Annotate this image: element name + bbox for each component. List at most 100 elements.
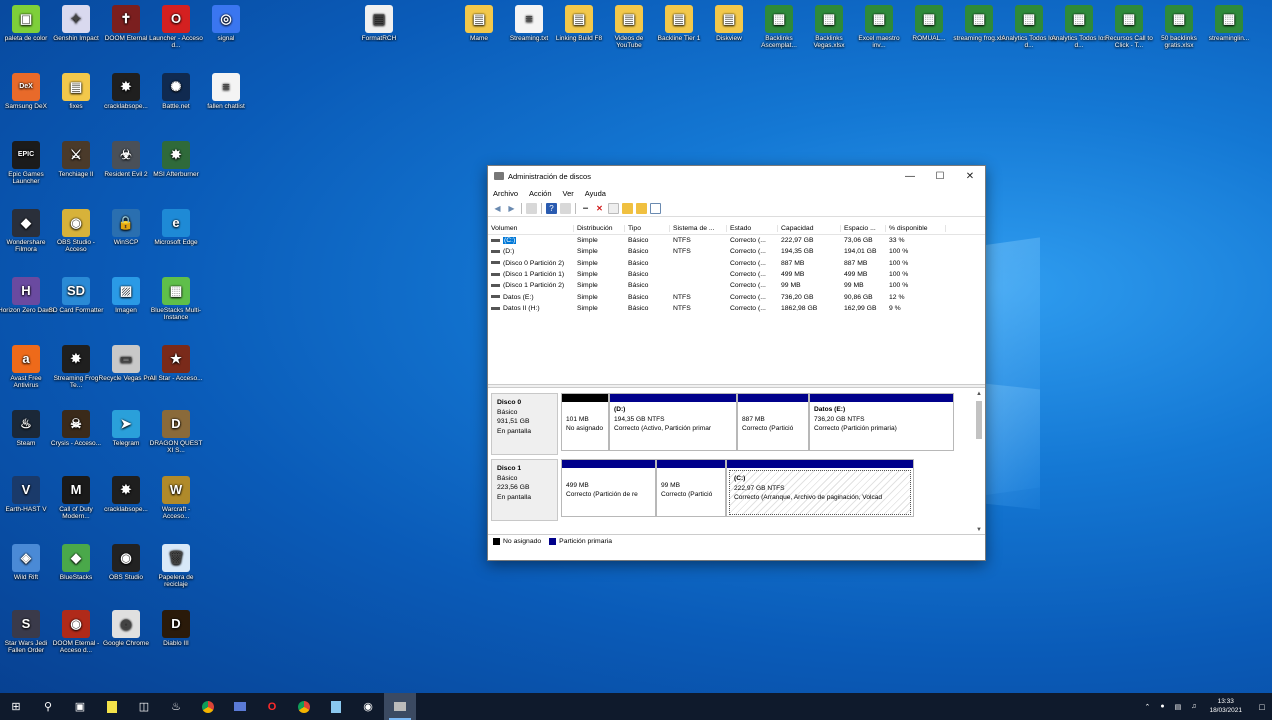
- desktop-icon-t7[interactable]: ▤ Diskview: [701, 5, 757, 42]
- desktop-icon-i3[interactable]: ✝ DOOM Eternal: [98, 5, 154, 42]
- desktop-icon-i18[interactable]: e Microsoft Edge: [148, 209, 204, 246]
- disk-label[interactable]: Disco 1 Básico 223,56 GB En pantalla: [491, 459, 558, 521]
- store-icon[interactable]: ◫: [128, 693, 160, 720]
- connect-icon[interactable]: ━: [580, 203, 591, 214]
- chrome-icon[interactable]: [192, 693, 224, 720]
- desktop-icon-i21[interactable]: ▨ Imagen: [98, 277, 154, 314]
- desktop-icon-i27[interactable]: ♨ Steam: [0, 410, 54, 447]
- forward-arrow-icon[interactable]: ▶: [506, 203, 517, 214]
- maximize-button[interactable]: ☐: [925, 166, 955, 186]
- vertical-scrollbar[interactable]: ▲ ▼: [975, 391, 983, 533]
- files-icon[interactable]: [320, 693, 352, 720]
- scroll-up-icon[interactable]: ▲: [975, 391, 983, 397]
- desktop-icon-t17[interactable]: ▦ streaminglin...: [1201, 5, 1257, 42]
- chrome-alt-icon[interactable]: [288, 693, 320, 720]
- opera-icon[interactable]: O: [256, 693, 288, 720]
- back-arrow-icon[interactable]: ◀: [492, 203, 503, 214]
- help-icon[interactable]: ?: [546, 203, 557, 214]
- view-panel-icon[interactable]: [650, 203, 661, 214]
- minimize-button[interactable]: —: [895, 166, 925, 186]
- task-view-icon[interactable]: ▣: [64, 693, 96, 720]
- desktop-icon-i25[interactable]: ▭ Recycle Vegas Pro: [98, 345, 154, 382]
- desktop-icon-t12[interactable]: ▦ streaming frog.xls: [951, 5, 1007, 42]
- desktop-icon-i15[interactable]: ◆ Wondershare Filmora: [0, 209, 54, 254]
- close-button[interactable]: ✕: [955, 166, 985, 186]
- partition-block[interactable]: 99 MB Correcto (Partició: [656, 459, 726, 517]
- desktop-icon-i32[interactable]: M Call of Duty Modern...: [48, 476, 104, 521]
- desktop-icon-t4[interactable]: ▤ Linking Build F8: [551, 5, 607, 42]
- volume-row[interactable]: Datos (E:) Simple Básico NTFS Correcto (... 7…: [488, 291, 985, 302]
- desktop-icon-i19[interactable]: H Horizon Zero Dawn: [0, 277, 54, 314]
- col-tipo[interactable]: Tipo: [625, 225, 670, 232]
- desktop-icon-i24[interactable]: ✸ Streaming Frog Te...: [48, 345, 104, 390]
- menu-accion[interactable]: Acción: [529, 189, 552, 198]
- col-capacidad[interactable]: Capacidad: [778, 225, 841, 232]
- volume-row[interactable]: (Disco 1 Partición 2) Simple Básico Correct…: [488, 280, 985, 291]
- desktop-icon-t11[interactable]: ▦ ROMUAL...: [901, 5, 957, 42]
- delete-icon[interactable]: ✕: [594, 203, 605, 214]
- partition-block[interactable]: (C:) 222,97 GB NTFS Correcto (Arranque, Ar…: [726, 459, 914, 517]
- desktop-icon-i31[interactable]: V Earth-HAST V: [0, 476, 54, 513]
- microphone-icon[interactable]: ●: [1160, 703, 1164, 710]
- desktop-icon-t5[interactable]: ▤ Videos de YouTube: [601, 5, 657, 50]
- desktop-icon-i41[interactable]: ◎ Google Chrome: [98, 610, 154, 647]
- partition-block[interactable]: 887 MB Correcto (Partició: [737, 393, 809, 451]
- col-disponible[interactable]: % disponible: [886, 225, 946, 232]
- desktop-icon-i23[interactable]: a Avast Free Antivirus: [0, 345, 54, 390]
- desktop-icon-i12[interactable]: ⚔ Tenchiage II: [48, 141, 104, 178]
- desktop-icon-i39[interactable]: S Star Wars Jedi Fallen Order: [0, 610, 54, 655]
- desktop-icon-i20[interactable]: SD SD Card Formatter: [48, 277, 104, 314]
- desktop-icon-i26[interactable]: ★ All Star - Acceso...: [148, 345, 204, 382]
- check-icon[interactable]: [608, 203, 619, 214]
- menu-archivo[interactable]: Archivo: [493, 189, 518, 198]
- desktop-icon-t3[interactable]: ≡ Streaming.txt: [501, 5, 557, 42]
- window-titlebar[interactable]: Administración de discos — ☐ ✕: [488, 166, 985, 186]
- desktop-icon-i42[interactable]: D Diablo III: [148, 610, 204, 647]
- desktop-icon-t14[interactable]: ▦ Analytics Todos los d...: [1051, 5, 1107, 50]
- desktop-icon-i11[interactable]: EPIC Epic Games Launcher: [0, 141, 54, 186]
- search-folder-icon[interactable]: [636, 203, 647, 214]
- desktop-icon-t15[interactable]: ▦ Recursos Call to Click - T...: [1101, 5, 1157, 50]
- desktop-icon-i38[interactable]: 🗑 Papelera de reciclaje: [148, 544, 204, 589]
- tray-overflow-icon[interactable]: ⌃: [1144, 703, 1150, 711]
- start-icon[interactable]: ⊞: [0, 693, 32, 720]
- col-estado[interactable]: Estado: [727, 225, 778, 232]
- volume-row[interactable]: (D:) Simple Básico NTFS Correcto (... 194,35 …: [488, 246, 985, 257]
- desktop-icon-i14[interactable]: ✸ MSI Afterburner: [148, 141, 204, 178]
- display-icon[interactable]: [224, 693, 256, 720]
- desktop-icon-i33[interactable]: ✸ cracklabsope...: [98, 476, 154, 513]
- clock[interactable]: 13:33 18/03/2021: [1209, 698, 1242, 715]
- partition-block[interactable]: 101 MB No asignado: [561, 393, 609, 451]
- col-espacio[interactable]: Espacio ...: [841, 225, 886, 232]
- desktop-icon-i2[interactable]: ✦ Genshin Impact: [48, 5, 104, 42]
- desktop-icon-t8[interactable]: ▦ Backlinks Ascemplat...: [751, 5, 807, 50]
- disk-management-taskbar-icon[interactable]: [384, 693, 416, 720]
- desktop-icon-t2[interactable]: ▤ Mame: [451, 5, 507, 42]
- desktop-icon-i16[interactable]: ◉ OBS Studio - Acceso: [48, 209, 104, 254]
- volume-row[interactable]: Datos II (H:) Simple Básico NTFS Correcto (.…: [488, 303, 985, 314]
- desktop-icon-i6[interactable]: DeX Samsung DeX: [0, 73, 54, 110]
- desktop-icon-t16[interactable]: ▦ 50 backlinks gratis.xlsx: [1151, 5, 1207, 50]
- disk-label[interactable]: Disco 0 Básico 931,51 GB En pantalla: [491, 393, 558, 455]
- desktop-icon-t1[interactable]: ▤ FormatRCH: [351, 5, 407, 42]
- scrollbar-thumb[interactable]: [976, 401, 982, 439]
- partition-block[interactable]: 499 MB Correcto (Partición de re: [561, 459, 656, 517]
- obs-icon[interactable]: ◉: [352, 693, 384, 720]
- desktop-icon-i30[interactable]: D DRAGON QUEST XI S...: [148, 410, 204, 455]
- desktop-icon-i37[interactable]: ◉ OBS Studio: [98, 544, 154, 581]
- list-view-icon[interactable]: [526, 203, 537, 214]
- steam-icon[interactable]: ♨: [160, 693, 192, 720]
- scroll-down-icon[interactable]: ▼: [975, 527, 983, 533]
- properties-icon[interactable]: [560, 203, 571, 214]
- col-distribucion[interactable]: Distribución: [574, 225, 625, 232]
- desktop-icon-t13[interactable]: ▦ Analytics Todos los d...: [1001, 5, 1057, 50]
- sticky-notes-icon[interactable]: [96, 693, 128, 720]
- menu-ver[interactable]: Ver: [563, 189, 574, 198]
- volume-icon[interactable]: ♫: [1191, 703, 1196, 710]
- desktop-icon-i1[interactable]: ▣ paleta de color: [0, 5, 54, 42]
- partition-block[interactable]: Datos (E:) 736,20 GB NTFS Correcto (Partic…: [809, 393, 954, 451]
- volume-row[interactable]: (C:) Simple Básico NTFS Correcto (... 222,97 …: [488, 235, 985, 246]
- volume-row[interactable]: (Disco 1 Partición 1) Simple Básico Correct…: [488, 269, 985, 280]
- desktop-icon-i4[interactable]: O Launcher - Acceso d...: [148, 5, 204, 50]
- notifications-icon[interactable]: □: [1252, 693, 1272, 720]
